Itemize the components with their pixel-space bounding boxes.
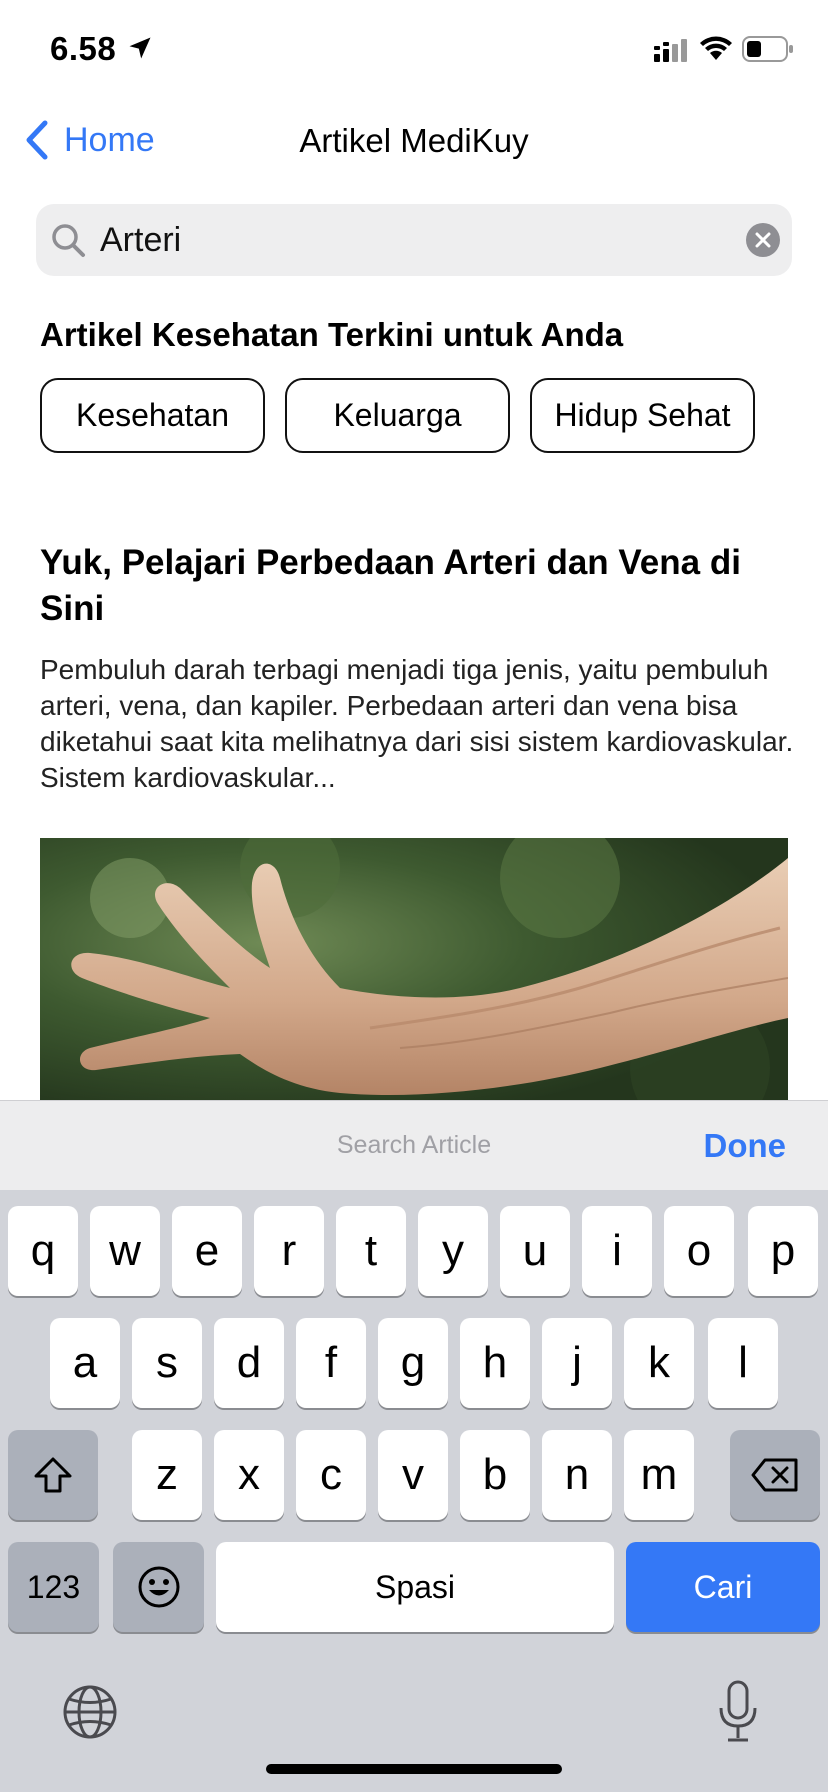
emoji-icon: [138, 1566, 179, 1608]
key-o[interactable]: o: [664, 1206, 734, 1296]
key-w[interactable]: w: [90, 1206, 160, 1296]
emoji-key[interactable]: [113, 1542, 204, 1632]
key-j[interactable]: j: [542, 1318, 612, 1408]
key-d[interactable]: d: [214, 1318, 284, 1408]
key-g[interactable]: g: [378, 1318, 448, 1408]
key-r[interactable]: r: [254, 1206, 324, 1296]
article-description: Pembuluh darah terbagi menjadi tiga jeni…: [40, 654, 794, 793]
numbers-key[interactable]: 123: [8, 1542, 99, 1632]
status-time: 6.58: [50, 30, 117, 67]
key-a[interactable]: a: [50, 1318, 120, 1408]
key-q[interactable]: q: [8, 1206, 78, 1296]
category-chip-kesehatan[interactable]: Kesehatan: [40, 378, 265, 453]
category-chips: Kesehatan Keluarga Hidup Sehat: [40, 378, 755, 453]
search-key[interactable]: Cari: [626, 1542, 820, 1632]
page-title: Artikel MediKuy: [299, 122, 529, 159]
key-p[interactable]: p: [748, 1206, 818, 1296]
article-title[interactable]: Yuk, Pelajari Perbedaan Arteri dan Vena …: [40, 540, 780, 632]
key-n[interactable]: n: [542, 1430, 612, 1520]
key-v[interactable]: v: [378, 1430, 448, 1520]
cellular-signal-icon: [654, 39, 687, 62]
globe-icon[interactable]: [62, 1684, 118, 1740]
key-e[interactable]: e: [172, 1206, 242, 1296]
key-k[interactable]: k: [624, 1318, 694, 1408]
key-b[interactable]: b: [460, 1430, 530, 1520]
battery-icon: [742, 36, 793, 62]
article-image[interactable]: [40, 838, 788, 1100]
space-key[interactable]: Spasi: [216, 1542, 614, 1632]
backspace-icon: [751, 1458, 798, 1492]
location-arrow-icon: [129, 37, 151, 59]
shift-key[interactable]: [8, 1430, 98, 1520]
keyboard: q w e r t y u i o p a s d f g h j k l z …: [0, 1190, 828, 1792]
key-i[interactable]: i: [582, 1206, 652, 1296]
key-t[interactable]: t: [336, 1206, 406, 1296]
wifi-icon: [700, 36, 732, 60]
key-f[interactable]: f: [296, 1318, 366, 1408]
section-heading: Artikel Kesehatan Terkini untuk Anda: [40, 316, 624, 353]
key-m[interactable]: m: [624, 1430, 694, 1520]
shift-icon: [34, 1457, 72, 1493]
backspace-key[interactable]: [730, 1430, 820, 1520]
search-icon: [52, 224, 85, 257]
key-x[interactable]: x: [214, 1430, 284, 1520]
key-c[interactable]: c: [296, 1430, 366, 1520]
key-s[interactable]: s: [132, 1318, 202, 1408]
microphone-icon[interactable]: [716, 1680, 760, 1744]
key-l[interactable]: l: [708, 1318, 778, 1408]
status-bar: 6.58: [0, 0, 828, 100]
key-u[interactable]: u: [500, 1206, 570, 1296]
done-button[interactable]: Done: [704, 1127, 787, 1165]
keyboard-accessory-bar: Search Article Done: [0, 1100, 828, 1190]
search-input[interactable]: [100, 216, 700, 264]
clear-search-button[interactable]: [746, 223, 780, 257]
navigation-bar: Home Artikel MediKuy: [0, 100, 828, 180]
arm-veins-photo: [40, 838, 788, 1100]
category-chip-hidup-sehat[interactable]: Hidup Sehat: [530, 378, 755, 453]
key-y[interactable]: y: [418, 1206, 488, 1296]
key-z[interactable]: z: [132, 1430, 202, 1520]
search-bar: [36, 204, 792, 276]
close-icon: [755, 232, 771, 248]
key-h[interactable]: h: [460, 1318, 530, 1408]
category-chip-keluarga[interactable]: Keluarga: [285, 378, 510, 453]
home-indicator: [266, 1764, 562, 1774]
